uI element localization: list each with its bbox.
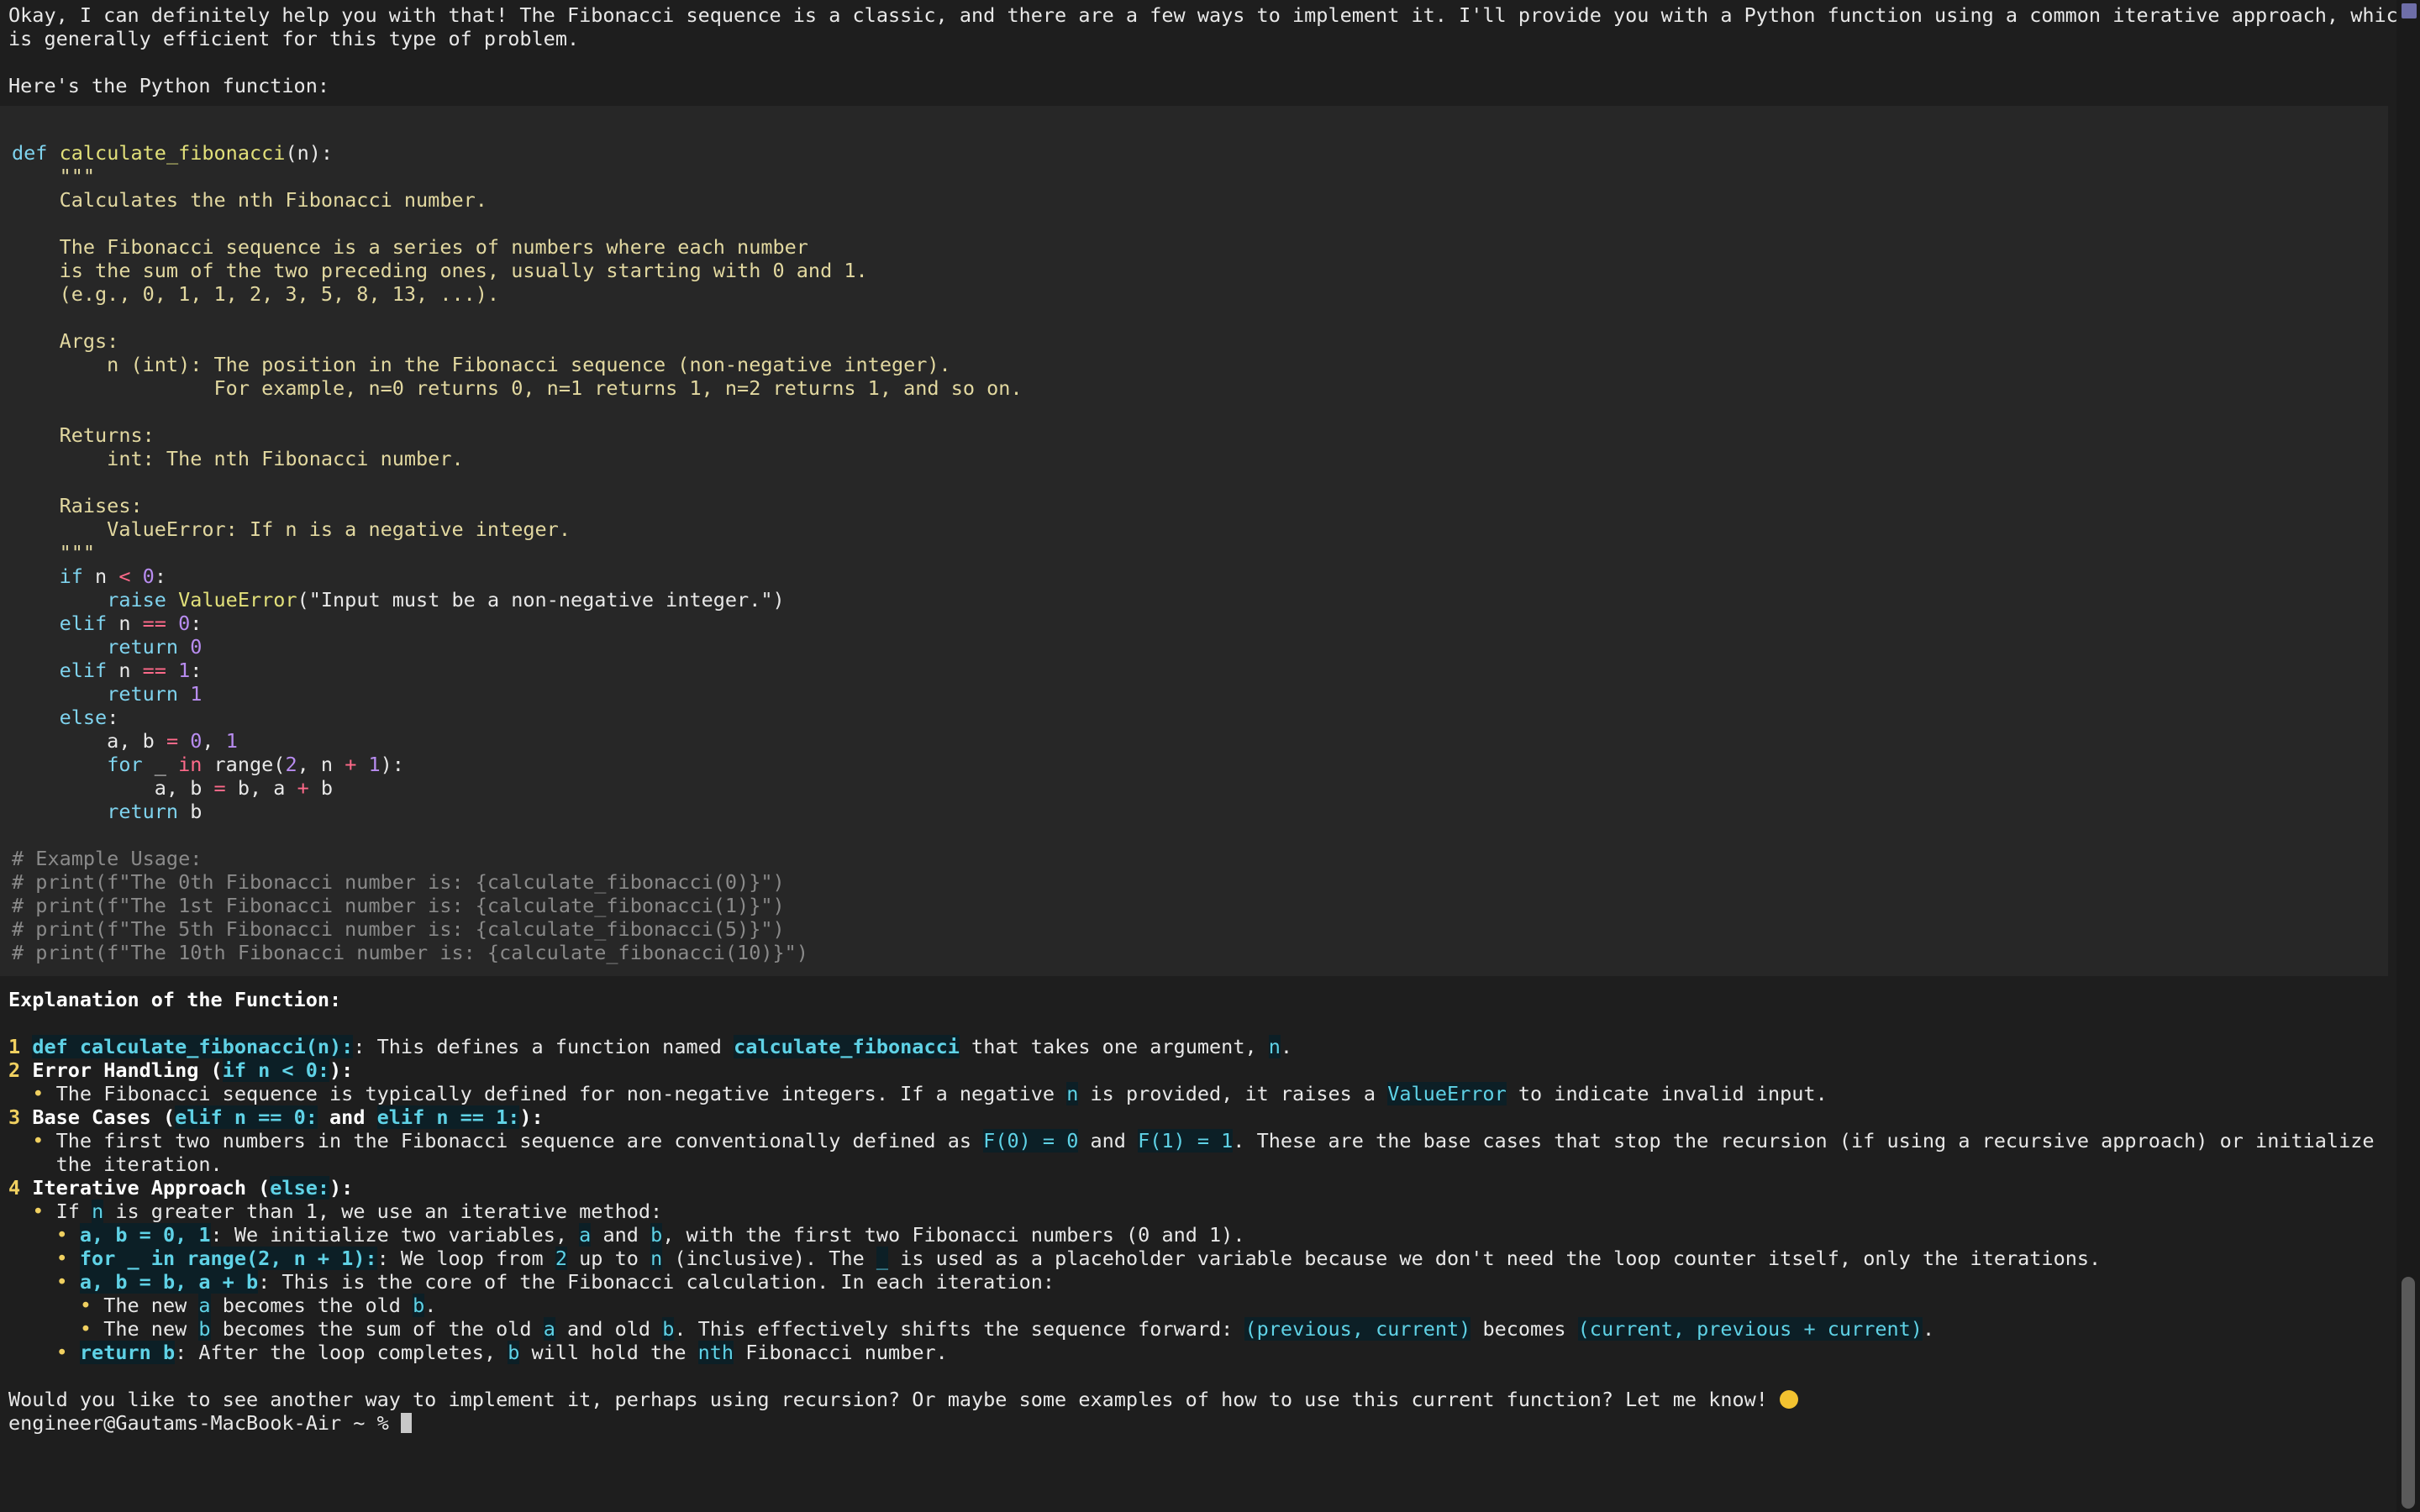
list-item: the iteration. <box>55 1152 223 1176</box>
list-item: • for _ in range(2, n + 1):: We loop fro… <box>55 1247 2102 1270</box>
code-line: for _ in range(2, n + 1): <box>107 753 404 776</box>
explanation-heading: Explanation of the Function: <box>8 988 342 1011</box>
intro-line: Okay, I can definitely help you with tha… <box>8 3 2410 27</box>
code-line: raise ValueError("Input must be a non-ne… <box>107 588 785 612</box>
scrollbar-thumb[interactable] <box>2402 1277 2415 1509</box>
code-line: a, b = 0, 1 <box>12 729 238 753</box>
code-comment: # Example Usage: <box>12 847 203 870</box>
code-line: if n < 0: <box>59 564 166 588</box>
list-item: • The first two numbers in the Fibonacci… <box>32 1129 2375 1152</box>
code-line: elif n == 1: <box>59 659 203 682</box>
code-line: """ <box>12 541 96 564</box>
list-item: • The new b becomes the sum of the old a… <box>79 1317 1935 1341</box>
cursor-icon <box>400 1413 412 1433</box>
code-line: """ <box>12 165 96 188</box>
code-line: else: <box>59 706 119 729</box>
code-line: (e.g., 0, 1, 1, 2, 3, 5, 8, 13, ...). <box>12 282 500 306</box>
outro-line: Would you like to see another way to imp… <box>8 1388 2386 1411</box>
smile-emoji-icon <box>1780 1390 1799 1409</box>
code-line: a, b = b, a + b <box>12 776 334 800</box>
list-item: 1 def calculate_fibonacci(n):: This defi… <box>8 1035 1293 1058</box>
intro-line: is generally efficient for this type of … <box>8 27 580 50</box>
code-line: Returns: <box>12 423 155 447</box>
list-item: • The new a becomes the old b. <box>79 1294 437 1317</box>
list-item: • a, b = b, a + b: This is the core of t… <box>55 1270 1055 1294</box>
code-line: return 0 <box>107 635 203 659</box>
list-item: • a, b = 0, 1: We initialize two variabl… <box>55 1223 1245 1247</box>
code-line: Args: <box>12 329 119 353</box>
code-comment: # print(f"The 1st Fibonacci number is: {… <box>12 894 785 917</box>
list-item: 4 Iterative Approach (else:): <box>8 1176 354 1200</box>
code-line: For example, n=0 returns 0, n=1 returns … <box>12 376 1023 400</box>
code-comment: # print(f"The 0th Fibonacci number is: {… <box>12 870 785 894</box>
code-line: is the sum of the two preceding ones, us… <box>12 259 868 282</box>
list-item: • return b: After the loop completes, b … <box>55 1341 948 1364</box>
code-comment: # print(f"The 5th Fibonacci number is: {… <box>12 917 785 941</box>
code-line: elif n == 0: <box>59 612 203 635</box>
list-item: • The Fibonacci sequence is typically de… <box>32 1082 1828 1105</box>
scrollbar[interactable] <box>2396 0 2420 1512</box>
code-line: Raises: <box>12 494 143 517</box>
code-line: return b <box>107 800 203 823</box>
code-line: ValueError: If n is a negative integer. <box>12 517 571 541</box>
code-line: Calculates the nth Fibonacci number. <box>12 188 487 212</box>
code-block[interactable]: def calculate_fibonacci(n): """ Calculat… <box>0 106 2388 976</box>
intro-line: Here's the Python function: <box>8 74 330 97</box>
code-comment: # print(f"The 10th Fibonacci number is: … <box>12 941 808 964</box>
code-line: The Fibonacci sequence is a series of nu… <box>12 235 808 259</box>
list-item: 3 Base Cases (elif n == 0: and elif n ==… <box>8 1105 544 1129</box>
list-item: • If n is greater than 1, we use an iter… <box>32 1200 663 1223</box>
shell-prompt[interactable]: engineer@Gautams-MacBook-Air ~ % <box>8 1411 2386 1435</box>
terminal-output: Okay, I can definitely help you with tha… <box>0 3 2410 1435</box>
code-line: return 1 <box>107 682 203 706</box>
code-line: n (int): The position in the Fibonacci s… <box>12 353 951 376</box>
code-line: int: The nth Fibonacci number. <box>12 447 464 470</box>
marker-icon <box>2402 3 2417 18</box>
code-line: def calculate_fibonacci(n): <box>12 141 334 165</box>
list-item: 2 Error Handling (if n < 0:): <box>8 1058 354 1082</box>
